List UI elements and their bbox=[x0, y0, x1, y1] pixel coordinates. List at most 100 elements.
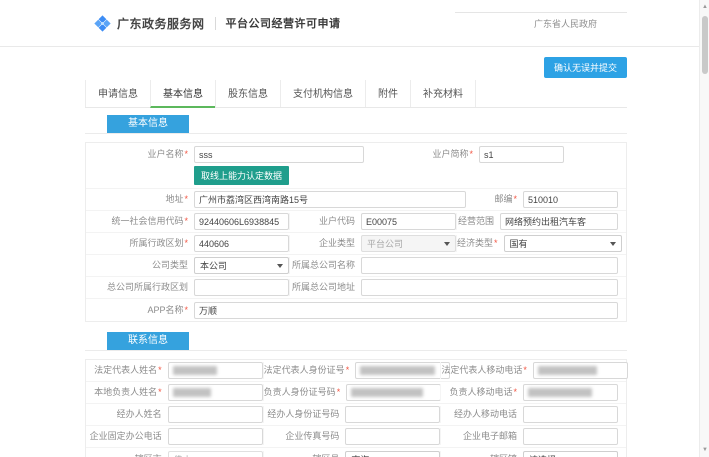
resp-id-input[interactable] bbox=[346, 384, 441, 401]
form-cell: 辖区市 佛山 bbox=[86, 451, 263, 457]
basic-section-title: 基本信息 bbox=[107, 115, 189, 133]
legal-name-input[interactable] bbox=[168, 362, 263, 379]
district-town-label: 辖区镇 bbox=[441, 451, 523, 457]
site-brand[interactable]: 广东政务服务网 bbox=[94, 15, 205, 32]
legal-id-input[interactable] bbox=[355, 362, 450, 379]
legal-id-label: 法定代表人身份证号* bbox=[264, 362, 356, 379]
address-label: 地址* bbox=[86, 191, 194, 208]
agent-name-input[interactable] bbox=[168, 406, 263, 423]
basic-info-section: 基本信息 业户名称* 取线上能力认定数据 业户简称* 地址* 邮编* bbox=[85, 115, 627, 322]
agent-phone-input[interactable] bbox=[523, 406, 618, 423]
form-cell: 经办人姓名 bbox=[86, 406, 263, 423]
form-row: 业户名称* 取线上能力认定数据 业户简称* bbox=[86, 143, 626, 189]
form-cell: 企业传真号码 bbox=[263, 428, 441, 445]
parent-address-input[interactable] bbox=[361, 279, 618, 296]
submit-button[interactable]: 确认无误并提交 bbox=[544, 57, 627, 78]
yehu-name-input[interactable] bbox=[194, 146, 364, 163]
redacted-value bbox=[360, 366, 435, 375]
email-label: 企业电子邮箱 bbox=[441, 428, 523, 445]
header-divider bbox=[215, 17, 216, 30]
postcode-input[interactable] bbox=[523, 191, 618, 208]
redacted-value bbox=[173, 388, 211, 397]
yehu-code-input[interactable] bbox=[361, 213, 456, 230]
chevron-down-icon bbox=[277, 264, 283, 268]
email-input[interactable] bbox=[523, 428, 618, 445]
scroll-up-icon[interactable]: ▲ bbox=[700, 4, 709, 10]
toolbar: 确认无误并提交 bbox=[85, 57, 627, 77]
tab-application-info[interactable]: 申请信息 bbox=[85, 80, 150, 107]
chevron-down-icon bbox=[610, 242, 616, 246]
office-phone-input[interactable] bbox=[168, 428, 263, 445]
agent-phone-label: 经办人移动电话 bbox=[441, 406, 523, 423]
yehu-short-input[interactable] bbox=[479, 146, 564, 163]
contact-section-header: 联系信息 bbox=[85, 332, 627, 351]
credit-code-label: 统一社会信用代码* bbox=[86, 213, 194, 230]
district-county-select[interactable]: 南海 bbox=[345, 451, 440, 457]
form-row: APP名称* bbox=[86, 299, 626, 321]
form-row: 地址* 邮编* bbox=[86, 189, 626, 211]
parent-division-input[interactable] bbox=[194, 279, 289, 296]
form-cell: 企业电子邮箱 bbox=[440, 428, 618, 445]
parent-name-input[interactable] bbox=[361, 257, 618, 274]
economic-type-label: 经济类型* bbox=[456, 235, 504, 252]
tab-basic-info[interactable]: 基本信息 bbox=[150, 80, 215, 108]
page-title: 平台公司经营许可申请 bbox=[226, 15, 341, 31]
contact-section-title: 联系信息 bbox=[107, 332, 189, 350]
scrollbar[interactable]: ▲ ▼ bbox=[699, 0, 709, 457]
fax-input[interactable] bbox=[345, 428, 440, 445]
tab-shareholder-info[interactable]: 股东信息 bbox=[215, 80, 280, 107]
business-scope-input[interactable] bbox=[500, 213, 618, 230]
parent-division-label: 总公司所属行政区划 bbox=[86, 279, 194, 296]
form-cell: 法定代表人移动电话* bbox=[440, 362, 618, 379]
tab-payment-org-info[interactable]: 支付机构信息 bbox=[280, 80, 365, 107]
scrollbar-thumb[interactable] bbox=[702, 16, 708, 74]
district-city-label: 辖区市 bbox=[86, 451, 168, 457]
resp-id-label: 负责人身份证号码* bbox=[264, 384, 347, 401]
fetch-capability-data-button[interactable]: 取线上能力认定数据 bbox=[194, 166, 289, 185]
chevron-down-icon bbox=[444, 242, 450, 246]
district-town-select[interactable]: 请选择 bbox=[523, 451, 618, 457]
economic-type-select[interactable]: 国有 bbox=[504, 235, 622, 252]
form-cell: 经办人移动电话 bbox=[440, 406, 618, 423]
corp-type-select[interactable]: 本公司 bbox=[194, 257, 289, 274]
scroll-down-icon[interactable]: ▼ bbox=[700, 447, 709, 453]
agent-id-input[interactable] bbox=[345, 406, 440, 423]
local-name-label: 本地负责人姓名* bbox=[86, 384, 168, 401]
postcode-label: 邮编* bbox=[466, 191, 523, 208]
form-cell: 负责人身份证号码* bbox=[263, 384, 441, 401]
form-cell: 辖区县 南海 bbox=[263, 451, 441, 457]
resp-phone-label: 负责人移动电话* bbox=[441, 384, 523, 401]
redacted-value bbox=[351, 388, 423, 397]
local-name-input[interactable] bbox=[168, 384, 263, 401]
address-input[interactable] bbox=[194, 191, 466, 208]
credit-code-input[interactable] bbox=[194, 213, 289, 230]
form-cell: 经办人身份证号码 bbox=[263, 406, 441, 423]
office-phone-label: 企业固定办公电话 bbox=[86, 428, 168, 445]
form-cell: 本地负责人姓名* bbox=[86, 384, 263, 401]
resp-phone-input[interactable] bbox=[523, 384, 618, 401]
admin-division-input[interactable] bbox=[194, 235, 289, 252]
legal-phone-input[interactable] bbox=[533, 362, 628, 379]
redacted-value bbox=[173, 366, 217, 375]
yehu-short-label: 业户简称* bbox=[364, 146, 479, 163]
company-type-select[interactable]: 平台公司 bbox=[361, 235, 456, 252]
form-cell: 法定代表人身份证号* bbox=[263, 362, 441, 379]
form-cell: 企业固定办公电话 bbox=[86, 428, 263, 445]
contact-info-table: 法定代表人姓名* 法定代表人身份证号* 法定代表人移动电话* 本地负责人姓名* bbox=[85, 359, 627, 457]
tab-supplementary-materials[interactable]: 补充材料 bbox=[410, 80, 476, 107]
parent-name-label: 所属总公司名称 bbox=[289, 257, 361, 274]
district-city-select[interactable]: 佛山 bbox=[168, 451, 263, 457]
app-name-label: APP名称* bbox=[86, 302, 194, 319]
contact-info-section: 联系信息 法定代表人姓名* 法定代表人身份证号* 法定代表人移动电话* bbox=[85, 332, 627, 457]
basic-section-header: 基本信息 bbox=[85, 115, 627, 134]
form-row: 本地负责人姓名* 负责人身份证号码* 负责人移动电话* bbox=[86, 382, 626, 404]
company-type-label: 企业类型 bbox=[289, 235, 361, 252]
form-row: 公司类型 本公司 所属总公司名称 bbox=[86, 255, 626, 277]
form-row: 统一社会信用代码* 业户代码 经营范围 bbox=[86, 211, 626, 233]
gov-portal-link[interactable]: 广东省人民政府 bbox=[534, 17, 597, 30]
admin-division-label: 所属行政区划* bbox=[86, 235, 194, 252]
app-name-input[interactable] bbox=[194, 302, 618, 319]
tab-attachments[interactable]: 附件 bbox=[365, 80, 410, 107]
app-screen: 广东政务服务网 平台公司经营许可申请 广东省人民政府 确认无误并提交 申请信息 … bbox=[0, 0, 709, 457]
fax-label: 企业传真号码 bbox=[264, 428, 346, 445]
